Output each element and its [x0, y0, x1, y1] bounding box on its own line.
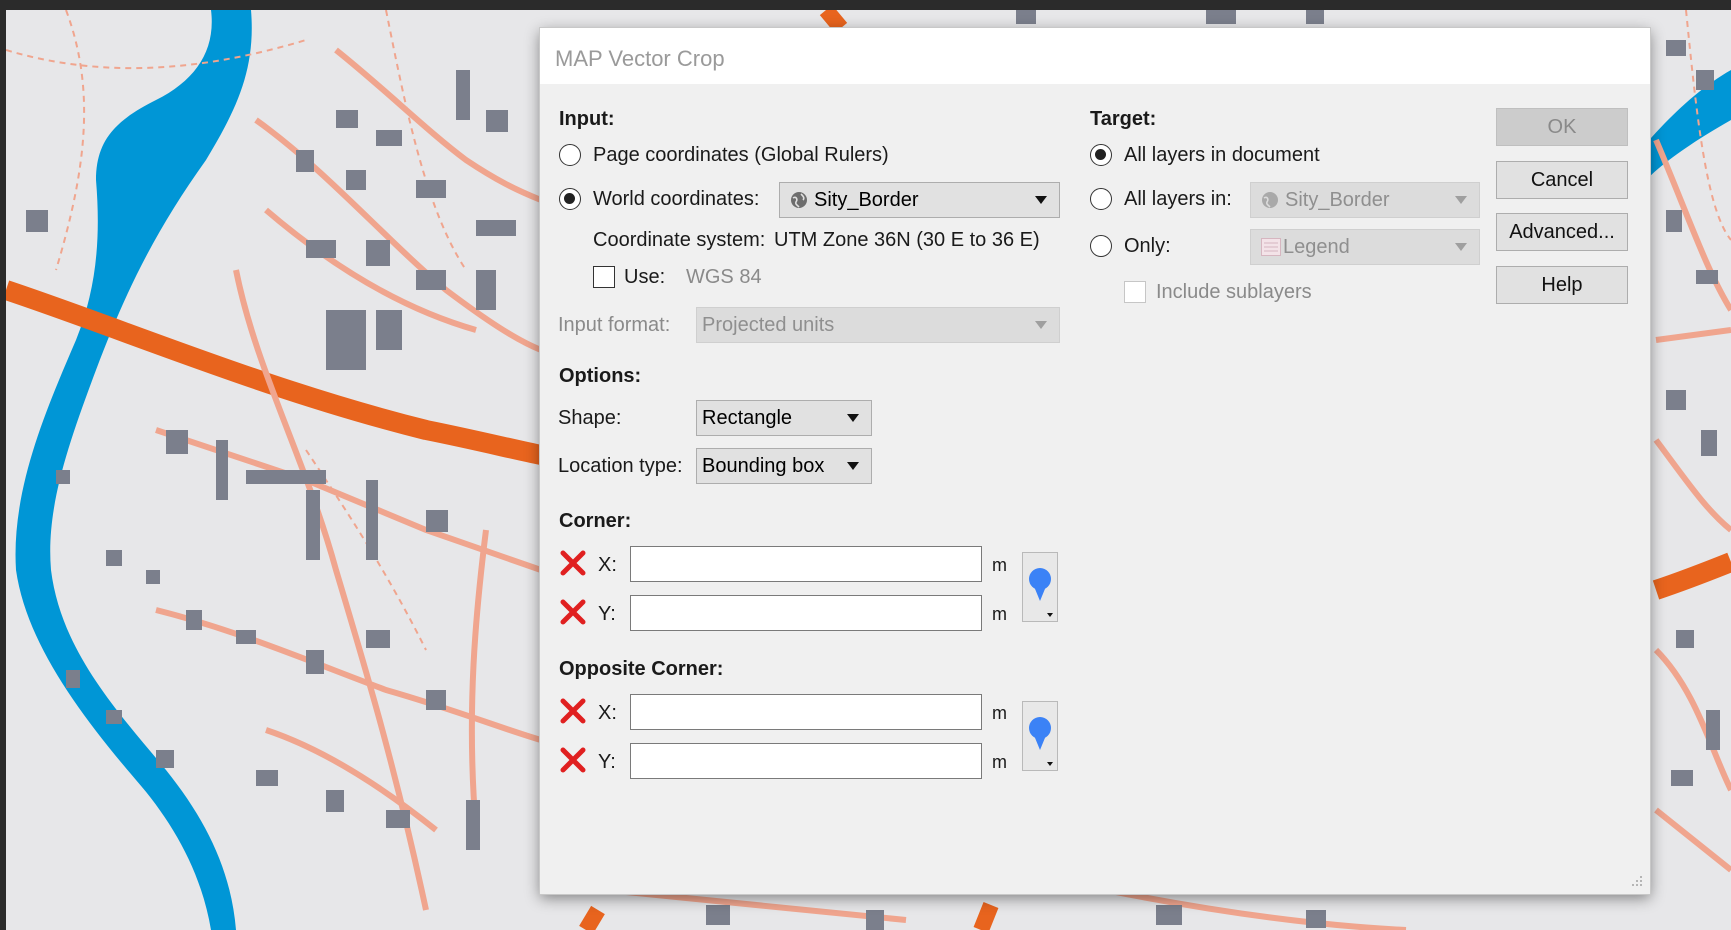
- input-format-value: Projected units: [702, 314, 835, 336]
- error-x-icon: [560, 550, 586, 576]
- opposite-x-input[interactable]: [630, 694, 982, 730]
- location-type-dropdown[interactable]: Bounding box: [696, 448, 872, 484]
- chevron-down-icon: [1455, 196, 1467, 204]
- globe-icon: [1262, 192, 1278, 208]
- target-header: Target:: [1090, 108, 1157, 130]
- error-x-icon: [560, 747, 586, 773]
- resize-grip-icon[interactable]: [1630, 874, 1644, 888]
- corner-y-unit: m: [992, 604, 1007, 624]
- opposite-corner-header: Opposite Corner:: [559, 658, 724, 680]
- advanced-button[interactable]: Advanced...: [1496, 213, 1628, 251]
- all-layers-document-radio[interactable]: [1090, 144, 1112, 166]
- use-checkbox[interactable]: [593, 266, 615, 288]
- opposite-y-unit: m: [992, 752, 1007, 772]
- chevron-down-icon: [1455, 243, 1467, 251]
- opposite-x-label: X:: [598, 702, 617, 724]
- world-layer-value: Sity_Border: [814, 189, 919, 211]
- corner-x-input[interactable]: [630, 546, 982, 582]
- cancel-button[interactable]: Cancel: [1496, 161, 1628, 199]
- include-sublayers-label[interactable]: Include sublayers: [1156, 281, 1312, 304]
- error-x-icon: [560, 599, 586, 625]
- chevron-down-icon: [847, 462, 859, 470]
- only-radio[interactable]: [1090, 235, 1112, 257]
- chevron-down-icon: [847, 414, 859, 422]
- all-layers-in-label[interactable]: All layers in:: [1124, 188, 1232, 211]
- input-format-dropdown[interactable]: Projected units: [696, 307, 1060, 343]
- only-layer-value: Legend: [1283, 236, 1350, 258]
- use-value: WGS 84: [686, 266, 762, 288]
- location-type-value: Bounding box: [702, 455, 825, 477]
- world-coordinates-label[interactable]: World coordinates:: [593, 188, 759, 211]
- legend-icon: [1261, 238, 1281, 256]
- only-layer-dropdown[interactable]: Legend: [1250, 229, 1480, 265]
- location-type-label: Location type:: [558, 455, 683, 477]
- include-sublayers-checkbox[interactable]: [1124, 281, 1146, 303]
- page-coordinates-radio[interactable]: [559, 144, 581, 166]
- use-label[interactable]: Use:: [624, 266, 665, 289]
- world-coordinates-radio[interactable]: [559, 188, 581, 210]
- chevron-down-icon: [1035, 196, 1047, 204]
- opposite-y-label: Y:: [598, 751, 616, 773]
- error-x-icon: [560, 698, 586, 724]
- input-header: Input:: [559, 108, 615, 130]
- all-layers-in-radio[interactable]: [1090, 188, 1112, 210]
- shape-value: Rectangle: [702, 407, 793, 429]
- opposite-y-input[interactable]: [630, 743, 982, 779]
- shape-dropdown[interactable]: Rectangle: [696, 400, 872, 436]
- ok-button[interactable]: OK: [1496, 108, 1628, 146]
- corner-pick-button[interactable]: [1022, 552, 1058, 622]
- input-format-label: Input format:: [558, 314, 671, 336]
- options-header: Options:: [559, 365, 642, 387]
- world-layer-dropdown[interactable]: Sity_Border: [779, 182, 1060, 218]
- only-label[interactable]: Only:: [1124, 235, 1171, 258]
- all-layers-document-label[interactable]: All layers in document: [1124, 144, 1320, 167]
- globe-icon: [791, 192, 807, 208]
- corner-x-unit: m: [992, 555, 1007, 575]
- dialog-title: MAP Vector Crop: [555, 46, 725, 71]
- all-layers-in-value: Sity_Border: [1285, 189, 1390, 211]
- chevron-down-icon: [1035, 321, 1047, 329]
- opposite-corner-pick-button[interactable]: [1022, 701, 1058, 771]
- corner-header: Corner:: [559, 510, 632, 532]
- map-pin-icon: [1029, 568, 1053, 617]
- corner-y-label: Y:: [598, 603, 616, 625]
- vector-crop-dialog: MAP Vector Crop Input: Page coordinates …: [540, 28, 1650, 894]
- dialog-titlebar[interactable]: MAP Vector Crop: [540, 28, 1650, 84]
- all-layers-in-dropdown[interactable]: Sity_Border: [1250, 182, 1480, 218]
- map-pin-icon: [1029, 717, 1053, 766]
- coordinate-system-value: UTM Zone 36N (30 E to 36 E): [774, 229, 1040, 251]
- corner-x-label: X:: [598, 554, 617, 576]
- coordinate-system-label: Coordinate system:: [593, 229, 766, 251]
- help-button[interactable]: Help: [1496, 266, 1628, 304]
- shape-label: Shape:: [558, 407, 622, 429]
- opposite-x-unit: m: [992, 703, 1007, 723]
- corner-y-input[interactable]: [630, 595, 982, 631]
- page-coordinates-label[interactable]: Page coordinates (Global Rulers): [593, 144, 889, 167]
